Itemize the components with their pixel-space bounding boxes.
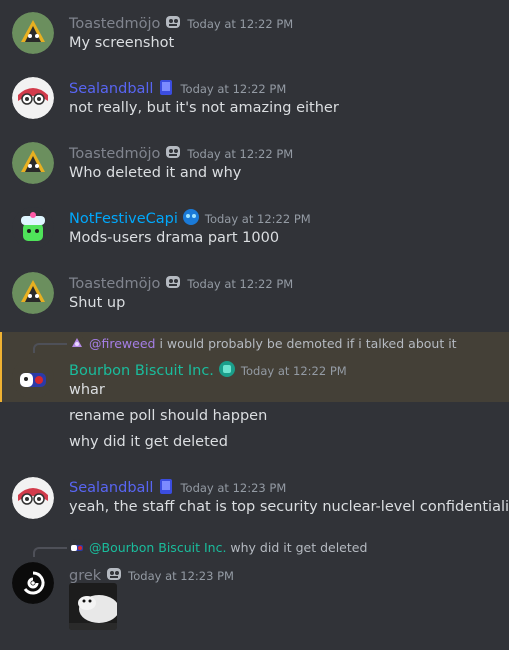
reply-mention[interactable]: @fireweed bbox=[89, 336, 155, 351]
clan-badge-icon bbox=[156, 77, 176, 97]
message-content: whar bbox=[69, 382, 105, 398]
reply-preview[interactable]: @Bourbon Biscuit Inc. why did it get del… bbox=[69, 539, 367, 556]
username[interactable]: grek Today at 12:23 PM bbox=[69, 564, 234, 585]
timestamp: Today at 12:22 PM bbox=[180, 82, 287, 96]
reply-mention[interactable]: @Bourbon Biscuit Inc. bbox=[89, 540, 226, 555]
reply-preview[interactable]: @fireweed i would probably be demoted if… bbox=[69, 335, 457, 352]
reply-text: i would probably be demoted if i talked … bbox=[159, 336, 457, 351]
clan-badge-icon bbox=[163, 12, 183, 32]
username[interactable]: Toastedmöjo Today at 12:22 PM bbox=[69, 142, 293, 163]
timestamp: Today at 12:23 PM bbox=[128, 569, 234, 583]
message-content: yeah, the staff chat is top security nuc… bbox=[69, 499, 509, 515]
mention-highlight-bar bbox=[0, 332, 2, 402]
timestamp: Today at 12:22 PM bbox=[187, 277, 294, 291]
username[interactable]: Sealandball Today at 12:22 PM bbox=[69, 77, 286, 98]
reply-avatar-bourbon-icon bbox=[69, 539, 85, 555]
username[interactable]: Bourbon Biscuit Inc. Today at 12:22 PM bbox=[69, 359, 347, 380]
username[interactable]: Toastedmöjo Today at 12:22 PM bbox=[69, 272, 293, 293]
reply-spine bbox=[33, 547, 67, 557]
message-content: Mods-users drama part 1000 bbox=[69, 230, 280, 246]
clan-badge-icon bbox=[163, 142, 183, 162]
timestamp: Today at 12:22 PM bbox=[187, 17, 294, 31]
message-content: Shut up bbox=[69, 295, 126, 311]
username[interactable]: NotFestiveCapi Today at 12:22 PM bbox=[69, 207, 311, 228]
timestamp: Today at 12:22 PM bbox=[204, 212, 311, 226]
username[interactable]: Sealandball Today at 12:23 PM bbox=[69, 476, 286, 497]
image-attachment[interactable] bbox=[69, 583, 117, 630]
avatar-grek[interactable] bbox=[12, 562, 54, 604]
message-content: Who deleted it and why bbox=[69, 165, 242, 181]
avatar-bourbon-biscuit[interactable] bbox=[12, 357, 54, 399]
avatar-toastedmojo[interactable] bbox=[12, 272, 54, 314]
avatar-sealandball[interactable] bbox=[12, 477, 54, 519]
message-content: why did it get deleted bbox=[69, 434, 228, 450]
avatar-toastedmojo[interactable] bbox=[12, 12, 54, 54]
username[interactable]: Toastedmöjo Today at 12:22 PM bbox=[69, 12, 293, 33]
reply-avatar-fireweed-icon bbox=[69, 335, 85, 351]
reply-spine bbox=[33, 343, 67, 353]
clan-badge-icon bbox=[217, 359, 237, 379]
timestamp: Today at 12:22 PM bbox=[240, 364, 347, 378]
reply-text: why did it get deleted bbox=[230, 540, 368, 555]
clan-badge-icon bbox=[181, 207, 201, 227]
avatar-toastedmojo[interactable] bbox=[12, 142, 54, 184]
clan-badge-icon bbox=[163, 272, 183, 292]
clan-badge-icon bbox=[104, 564, 124, 584]
avatar-sealandball[interactable] bbox=[12, 77, 54, 119]
timestamp: Today at 12:23 PM bbox=[180, 481, 287, 495]
avatar-notfestivecapi[interactable] bbox=[12, 207, 54, 249]
timestamp: Today at 12:22 PM bbox=[187, 147, 294, 161]
message-content: My screenshot bbox=[69, 35, 175, 51]
clan-badge-icon bbox=[156, 476, 176, 496]
message-content: rename poll should happen bbox=[69, 408, 268, 424]
message-content: not really, but it's not amazing either bbox=[69, 100, 339, 116]
